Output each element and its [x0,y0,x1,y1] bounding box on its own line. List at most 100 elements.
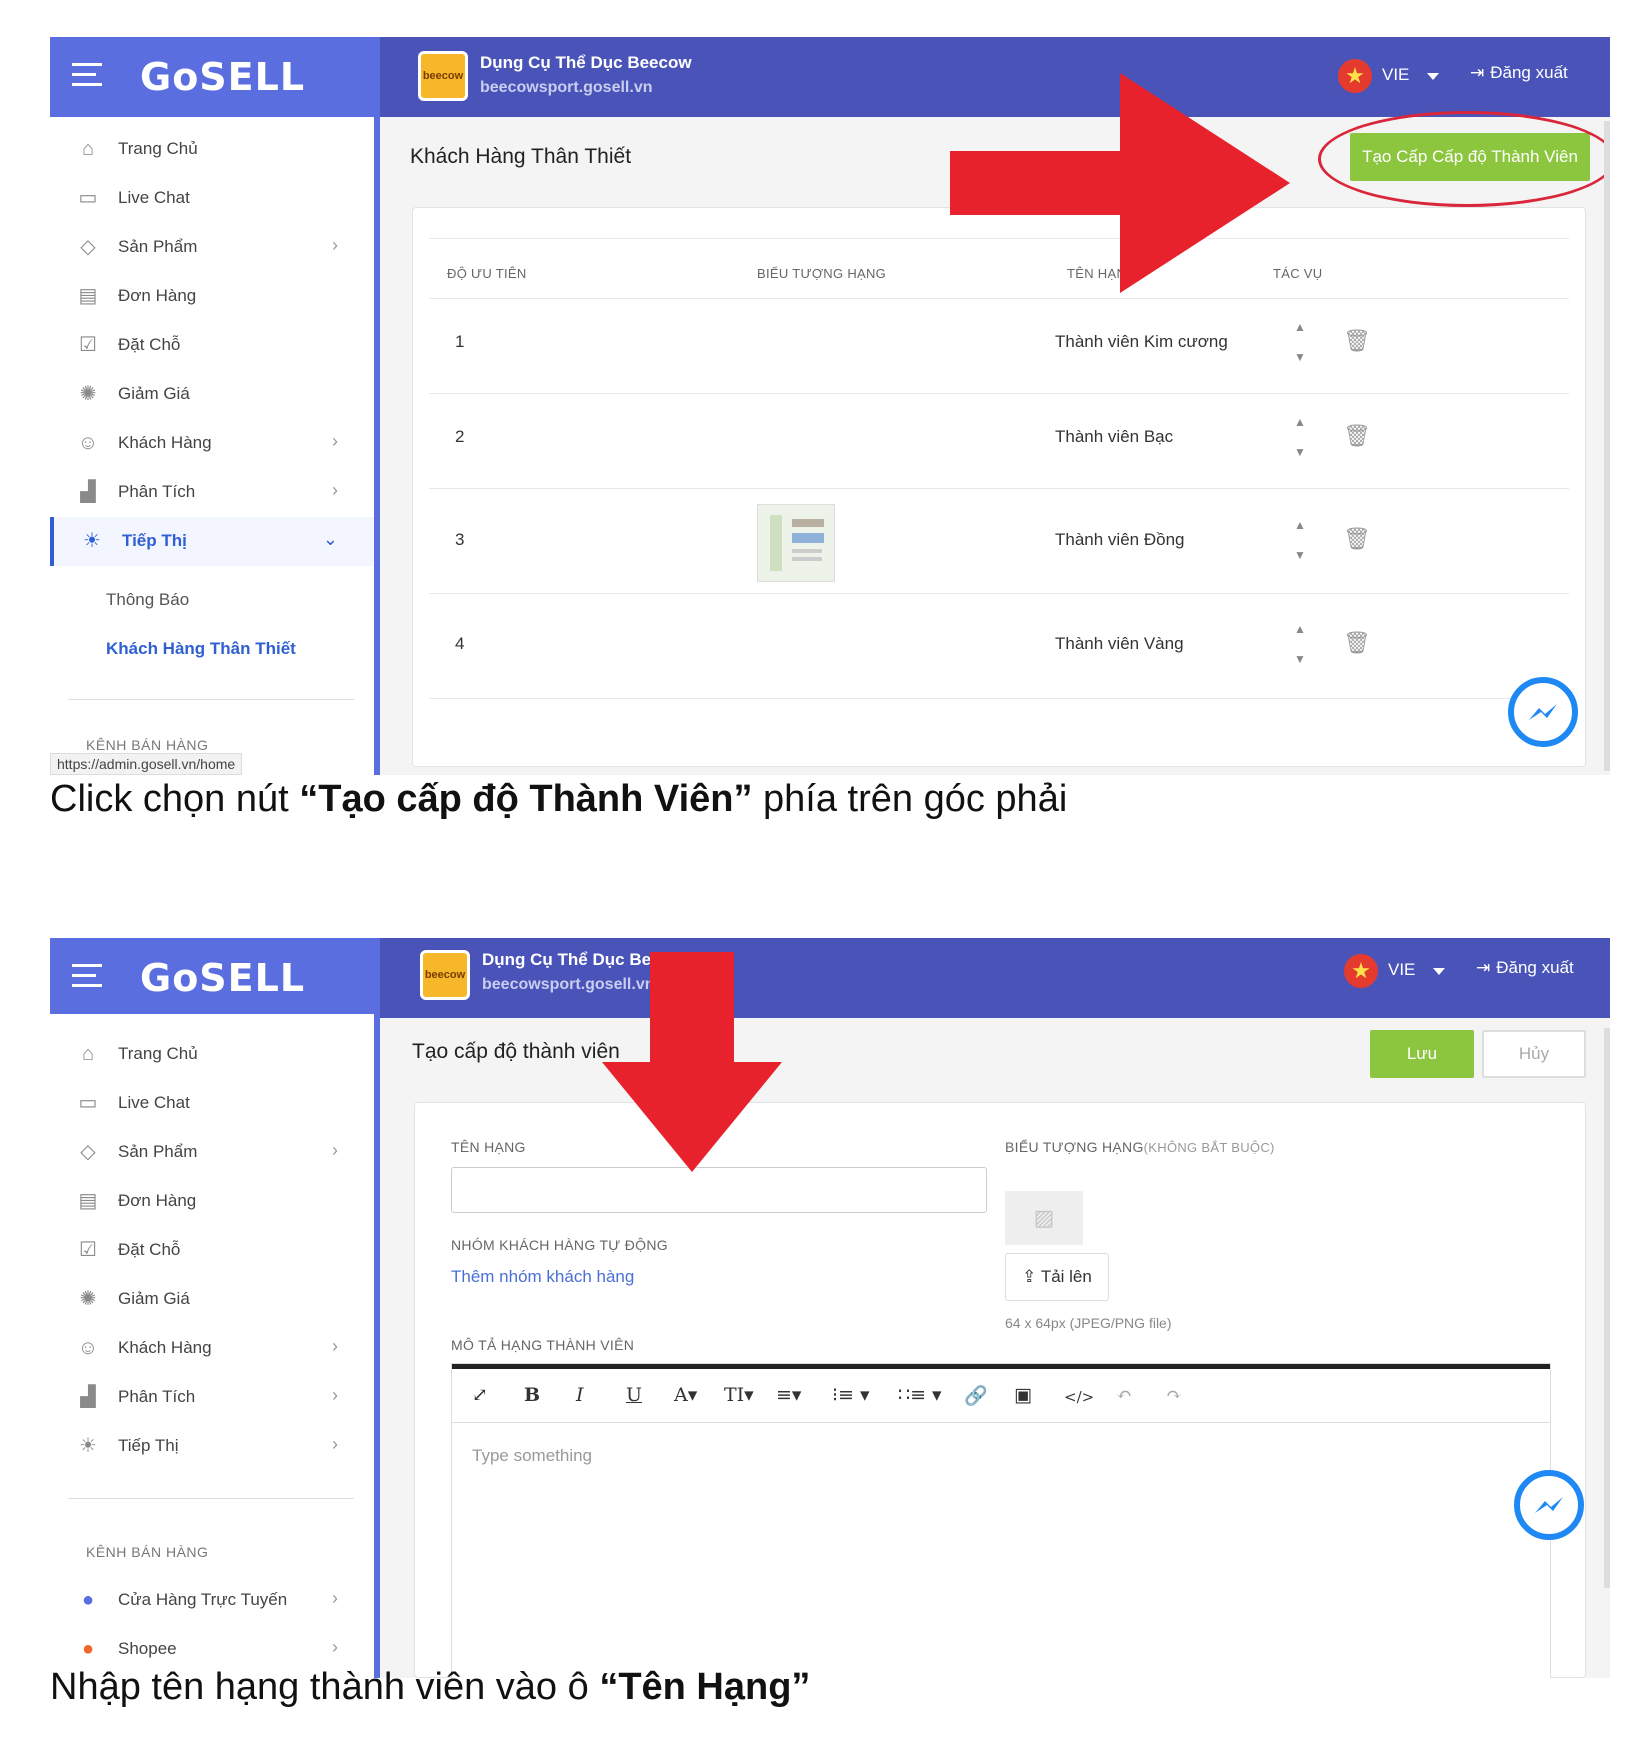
sidebar-item-live-chat[interactable]: ▭ Live Chat [50,1079,374,1128]
sidebar-item-products[interactable]: ◇ Sản Phẩm › [50,1128,374,1177]
undo-icon[interactable]: ↶ [1116,1384,1132,1406]
sidebar-item-analytics[interactable]: ▟ Phân Tích › [50,468,374,517]
sidebar-item-reservations[interactable]: ☑ Đặt Chỗ [50,321,374,370]
tag-icon: ◇ [80,1141,96,1163]
trash-icon[interactable]: 🗑 [1343,630,1371,656]
fullscreen-icon[interactable]: ⤢ [472,1384,488,1406]
language-select[interactable]: VIE [1388,960,1415,980]
editor-top-border [452,1364,1550,1369]
sidebar-item-discounts[interactable]: ✺ Giảm Giá [50,1275,374,1324]
chevron-right-icon: › [332,235,338,255]
add-customer-group-link[interactable]: Thêm nhóm khách hàng [451,1267,634,1287]
chat-icon: ▭ [78,1092,98,1114]
rich-text-editor: ⤢ B I U A▾ TI▾ ≡▾ ⁝≡ ▾ ∷≡ ▾ 🔗 ▣ </> ↶ ↷ … [451,1363,1551,1678]
editor-textarea[interactable]: Type something [472,1446,592,1466]
sidebar-item-customers[interactable]: ☺ Khách Hàng › [50,419,374,468]
page-title: Tạo cấp độ thành viên [412,1040,620,1063]
messenger-icon[interactable] [1508,677,1578,747]
priority-cell: 4 [455,634,465,653]
caret-down-icon[interactable] [1427,73,1439,80]
table-divider [429,298,1569,299]
trash-icon[interactable]: 🗑 [1343,526,1371,552]
sidebar-subitem-notifications[interactable]: Thông Báo [106,590,189,610]
sidebar-item-analytics[interactable]: ▟ Phân Tích › [50,1373,374,1422]
code-view-icon[interactable]: </> [1064,1388,1094,1406]
brand-area: GoSELL [50,938,380,1014]
sidebar-item-marketing[interactable]: ☀ Tiếp Thị ⌄ [50,517,374,566]
sales-channel-label: KÊNH BÁN HÀNG [86,737,209,753]
sidebar-item-label: Giảm Giá [118,384,190,403]
vietnam-flag-icon[interactable]: ★ [1344,954,1378,988]
logout-label: Đăng xuất [1490,63,1568,82]
link-icon[interactable]: 🔗 [964,1384,988,1407]
sidebar-subitem-loyal-customers[interactable]: Khách Hàng Thân Thiết [106,639,296,659]
auto-group-label: NHÓM KHÁCH HÀNG TỰ ĐỘNG [451,1237,668,1253]
italic-icon[interactable]: I [576,1384,584,1406]
sidebar-item-discounts[interactable]: ✺ Giảm Giá [50,370,374,419]
store-url: beecowsport.gosell.vn [480,79,653,96]
bullet-list-icon[interactable]: ∷≡ ▾ [898,1384,942,1406]
table-divider [429,488,1569,489]
priority-cell: 3 [455,530,465,549]
ordered-list-icon[interactable]: ⁝≡ ▾ [832,1384,870,1406]
caption-step-1: Click chọn nút “Tạo cấp độ Thành Viên” p… [50,778,1068,820]
sidebar-item-customers[interactable]: ☺ Khách Hàng › [50,1324,374,1373]
bold-icon[interactable]: B [524,1384,540,1406]
underline-icon[interactable]: U [626,1384,642,1406]
reorder-arrows-icon[interactable]: ▲ ▼ [1293,510,1307,570]
sidebar-item-online-store[interactable]: ● Cửa Hàng Trực Tuyến › [50,1576,374,1625]
pointer-arrow-down [602,952,782,1172]
sidebar-item-label: Sản Phẩm [118,237,198,256]
sidebar-item-label: Tiếp Thị [122,531,187,550]
menu-toggle-icon[interactable] [72,964,102,990]
align-icon[interactable]: ≡▾ [776,1384,801,1406]
sidebar-item-label: Đơn Hàng [118,286,197,305]
sidebar-item-products[interactable]: ◇ Sản Phẩm › [50,223,374,272]
sidebar-item-home[interactable]: ⌂ Trang Chủ [50,1030,374,1079]
discount-icon: ✺ [79,383,97,405]
tier-name-cell: Thành viên Đồng [1055,530,1185,549]
sidebar-item-label: Tiếp Thị [118,1436,179,1455]
vertical-scrollbar[interactable] [1604,121,1610,771]
logout-button[interactable]: ⇥ Đăng xuất [1470,63,1568,83]
sidebar-item-label: Đặt Chỗ [118,335,181,354]
chevron-right-icon: › [332,1336,338,1356]
sidebar-item-live-chat[interactable]: ▭ Live Chat [50,174,374,223]
brand-area: GoSELL [50,37,380,117]
trash-icon[interactable]: 🗑 [1343,328,1371,354]
chevron-right-icon: › [332,1434,338,1454]
sidebar-item-orders[interactable]: ▤ Đơn Hàng [50,272,374,321]
tier-name-input[interactable] [451,1167,987,1213]
reorder-arrows-icon[interactable]: ▲ ▼ [1293,614,1307,674]
sidebar-item-label: Đặt Chỗ [118,1240,181,1259]
sidebar-item-label: Trang Chủ [118,1044,198,1063]
redo-icon[interactable]: ↷ [1166,1384,1182,1406]
font-color-icon[interactable]: A▾ [674,1384,697,1406]
reorder-arrows-icon[interactable]: ▲ ▼ [1293,407,1307,467]
reorder-arrows-icon[interactable]: ▲ ▼ [1293,312,1307,372]
vertical-scrollbar[interactable] [1604,1028,1610,1588]
tier-icon-label: BIỂU TƯỢNG HẠNG(KHÔNG BẮT BUỘC) [1005,1139,1275,1155]
menu-toggle-icon[interactable] [72,63,102,89]
sidebar-item-home[interactable]: ⌂ Trang Chủ [50,125,374,174]
sidebar-item-marketing[interactable]: ☀ Tiếp Thị › [50,1422,374,1471]
text-size-icon[interactable]: TI▾ [724,1384,754,1406]
sidebar: ⌂ Trang Chủ ▭ Live Chat ◇ Sản Phẩm › ▤ Đơn Hà… [50,117,380,775]
pointer-arrow-right [950,73,1290,293]
sidebar-item-orders[interactable]: ▤ Đơn Hàng [50,1177,374,1226]
language-select[interactable]: VIE [1382,65,1409,85]
tier-name-cell: Thành viên Kim cương [1055,332,1228,351]
insert-image-icon[interactable]: ▣ [1014,1384,1032,1406]
customers-icon: ☺ [77,1337,99,1359]
logout-button[interactable]: ⇥ Đăng xuất [1476,958,1574,978]
sidebar-item-label: Live Chat [118,1093,190,1112]
caret-down-icon[interactable] [1433,968,1445,975]
screenshot-loyalty-list: GoSELL beecow Dụng Cụ Thể Dục Beecow bee… [50,37,1610,775]
upload-button[interactable]: ⇪ Tải lên [1005,1253,1109,1301]
trash-icon[interactable]: 🗑 [1343,423,1371,449]
save-button[interactable]: Lưu [1370,1030,1474,1078]
column-header-tier-icon: BIỂU TƯỢNG HẠNG [757,266,887,281]
cancel-button[interactable]: Hủy [1482,1030,1586,1078]
messenger-icon[interactable] [1514,1470,1584,1540]
sidebar-item-reservations[interactable]: ☑ Đặt Chỗ [50,1226,374,1275]
